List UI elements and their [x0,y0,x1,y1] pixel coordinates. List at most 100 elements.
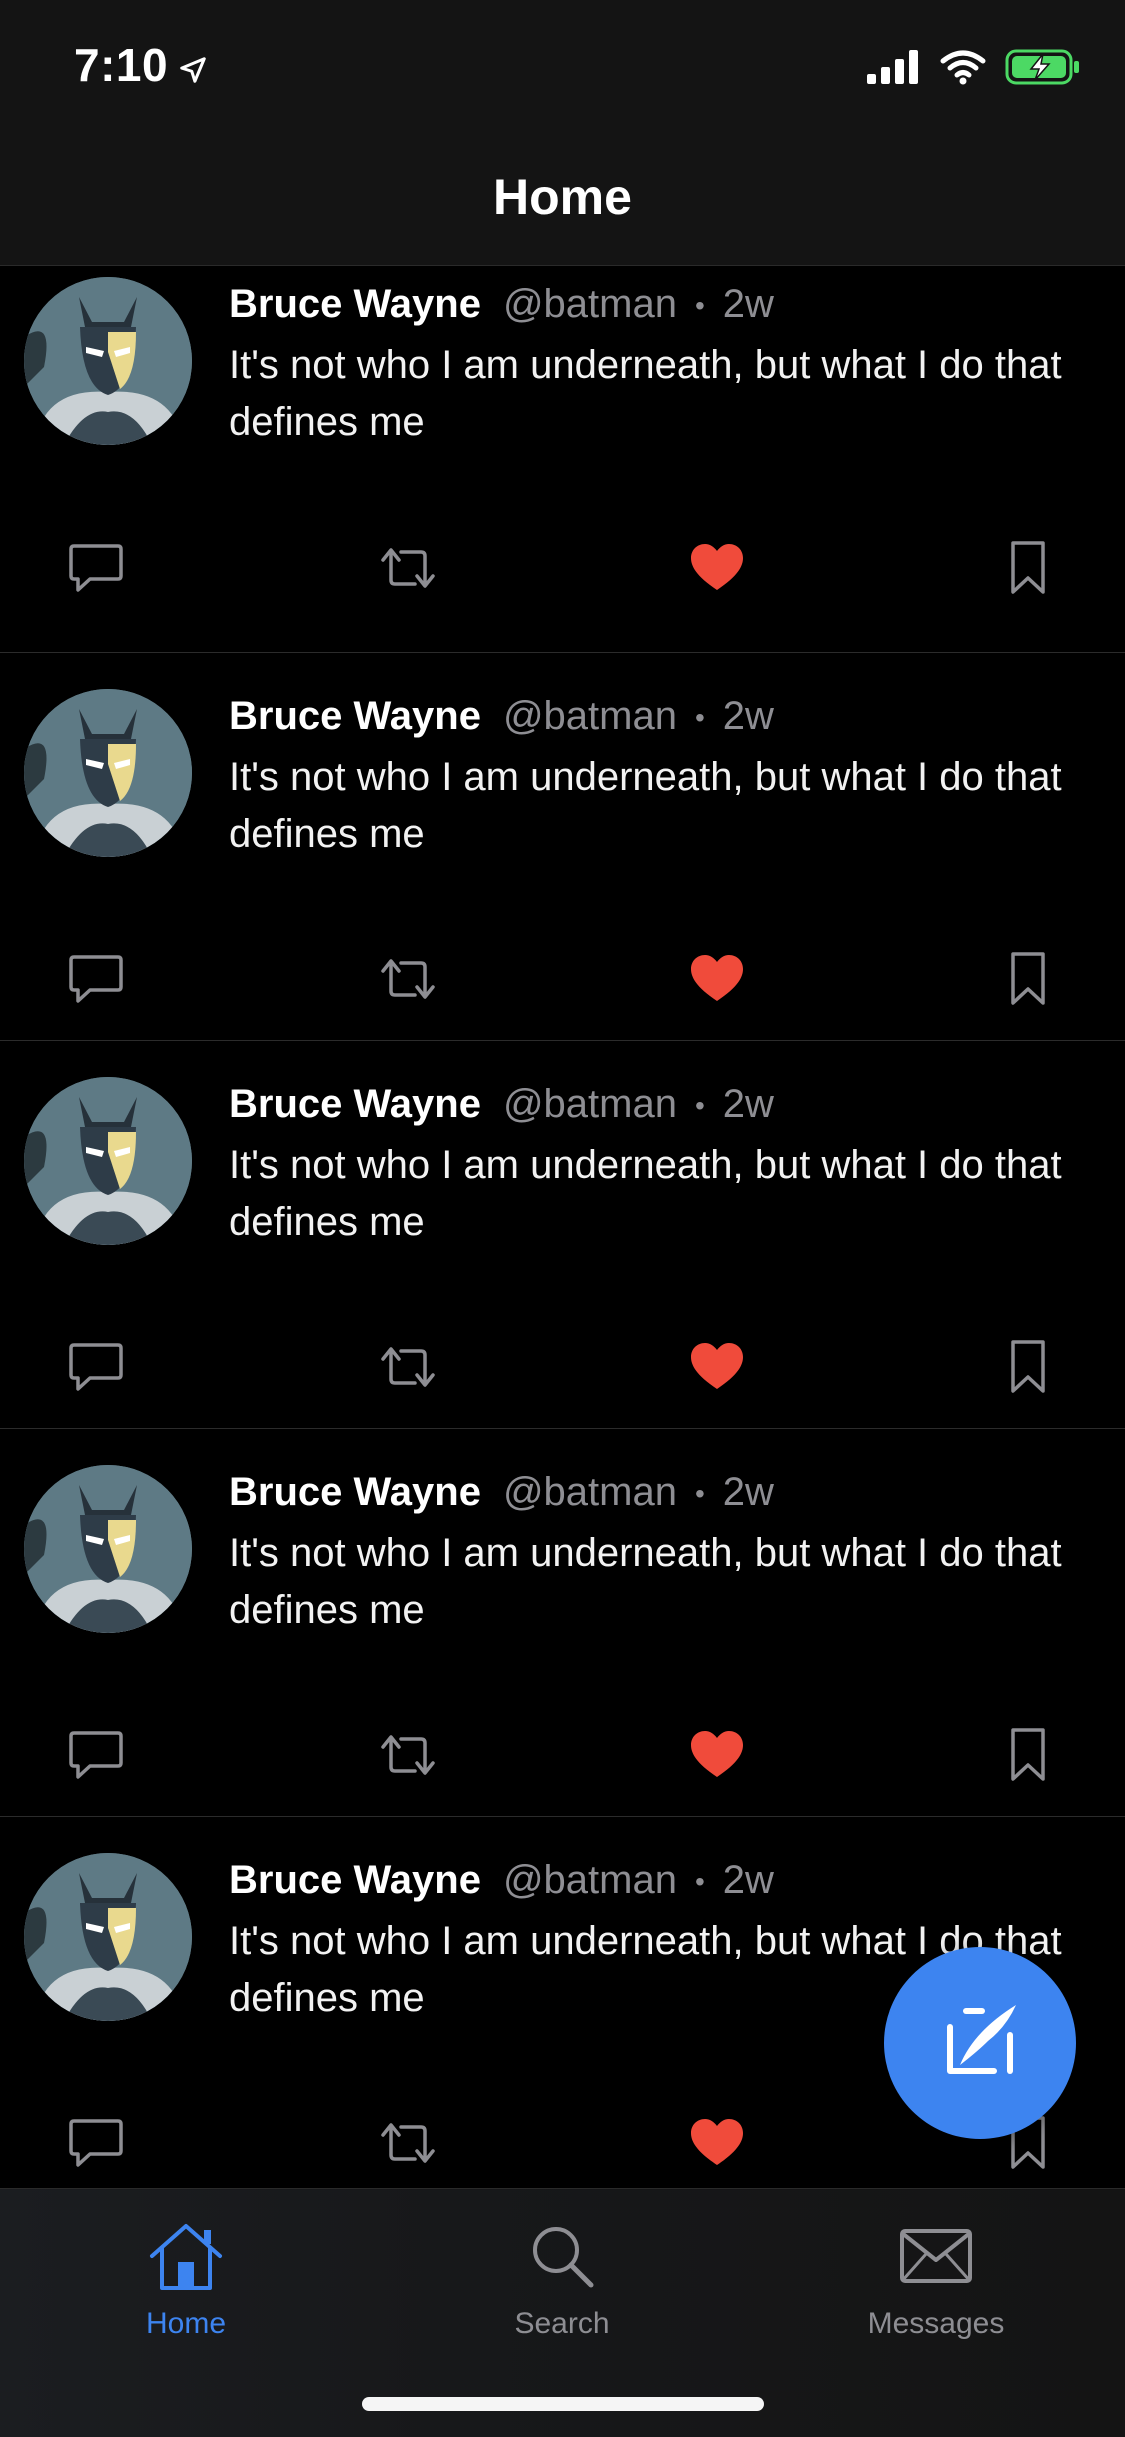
comment-icon [68,542,124,599]
author-handle[interactable]: @batman [503,1470,677,1514]
tweet-text: It's not who I am underneath, but what I… [229,1531,1062,1632]
status-time: 7:10 [74,38,208,96]
reply-button[interactable] [61,1334,131,1404]
home-icon [76,2211,296,2301]
reply-button[interactable] [61,2110,131,2180]
heart-icon [690,1342,744,1397]
author-name[interactable]: Bruce Wayne [229,1858,481,1902]
tweet-time: 2w [722,694,774,738]
wifi-icon [939,49,987,90]
author-handle[interactable]: @batman [503,1858,677,1902]
location-arrow-icon [178,42,208,96]
like-button[interactable] [682,535,752,605]
bookmark-button[interactable] [993,535,1063,605]
author-handle[interactable]: @batman [503,1082,677,1126]
author-handle[interactable]: @batman [503,694,677,738]
like-button[interactable] [682,1334,752,1404]
compose-icon [930,1991,1030,2096]
comment-icon [68,953,124,1010]
tab-search[interactable]: Search [452,2211,672,2341]
avatar[interactable] [24,1465,192,1633]
tweet-header: Bruce Wayne @batman • 2w [229,691,774,743]
avatar[interactable] [24,277,192,445]
retweet-icon [377,1727,439,1788]
heart-icon [690,2118,744,2173]
bookmark-button[interactable] [993,946,1063,1016]
reply-button[interactable] [61,535,131,605]
separator-dot: • [694,702,705,734]
page-title: Home [493,169,632,225]
timeline-feed[interactable]: Bruce Wayne @batman • 2w It's not who I am … [0,265,1125,2205]
reply-button[interactable] [61,1722,131,1792]
author-handle[interactable]: @batman [503,282,677,326]
retweet-button[interactable] [373,535,443,605]
retweet-button[interactable] [373,1722,443,1792]
tweet-header: Bruce Wayne @batman • 2w [229,279,774,331]
avatar[interactable] [24,689,192,857]
separator-dot: • [694,290,705,322]
tweet-actions [0,1722,1125,1792]
tweet-header: Bruce Wayne @batman • 2w [229,1855,774,1907]
mail-icon [826,2211,1046,2301]
bookmark-icon [1008,1339,1048,1400]
tweet[interactable]: Bruce Wayne @batman • 2w It's not who I am … [0,1041,1125,1429]
tweet-time: 2w [722,1858,774,1902]
like-button[interactable] [682,2110,752,2180]
retweet-icon [377,540,439,601]
search-icon [452,2211,672,2301]
separator-dot: • [694,1866,705,1898]
author-name[interactable]: Bruce Wayne [229,282,481,326]
retweet-icon [377,2115,439,2176]
status-time-text: 7:10 [74,39,169,91]
bookmark-icon [1008,951,1048,1012]
tab-messages[interactable]: Messages [826,2211,1046,2341]
retweet-icon [377,1339,439,1400]
tab-search-label: Search [514,2307,610,2340]
tab-home[interactable]: Home [76,2211,296,2341]
tweet-header: Bruce Wayne @batman • 2w [229,1079,774,1131]
tweet-time: 2w [722,282,774,326]
home-indicator [362,2397,764,2411]
separator-dot: • [694,1090,705,1122]
heart-icon [690,543,744,598]
retweet-icon [377,951,439,1012]
top-bar: 7:10 Home [0,0,1125,266]
cellular-signal-icon [867,50,921,89]
tweet-time: 2w [722,1470,774,1514]
tweet[interactable]: Bruce Wayne @batman • 2w It's not who I am … [0,1429,1125,1817]
tweet-actions [0,1334,1125,1404]
author-name[interactable]: Bruce Wayne [229,1082,481,1126]
status-indicators [867,48,1081,91]
heart-icon [690,1730,744,1785]
bookmark-icon [1008,1727,1048,1788]
comment-icon [68,2117,124,2174]
tweet-text: It's not who I am underneath, but what I… [229,343,1062,444]
bookmark-button[interactable] [993,1334,1063,1404]
author-name[interactable]: Bruce Wayne [229,1470,481,1514]
reply-button[interactable] [61,946,131,1016]
comment-icon [68,1341,124,1398]
avatar[interactable] [24,1077,192,1245]
like-button[interactable] [682,946,752,1016]
heart-icon [690,954,744,1009]
retweet-button[interactable] [373,946,443,1016]
tweet-text: It's not who I am underneath, but what I… [229,755,1062,856]
tweet-header: Bruce Wayne @batman • 2w [229,1467,774,1519]
bookmark-icon [1008,540,1048,601]
tweet[interactable]: Bruce Wayne @batman • 2w It's not who I am … [0,265,1125,653]
avatar[interactable] [24,1853,192,2021]
bookmark-button[interactable] [993,1722,1063,1792]
tab-home-label: Home [145,2307,227,2340]
compose-tweet-button[interactable] [884,1947,1076,2139]
like-button[interactable] [682,1722,752,1792]
battery-charging-icon [1005,48,1081,91]
tab-messages-label: Messages [867,2307,1005,2340]
tweet-text: It's not who I am underneath, but what I… [229,1143,1062,1244]
tweet-time: 2w [722,1082,774,1126]
comment-icon [68,1729,124,1786]
retweet-button[interactable] [373,1334,443,1404]
tweet[interactable]: Bruce Wayne @batman • 2w It's not who I am … [0,653,1125,1041]
author-name[interactable]: Bruce Wayne [229,694,481,738]
retweet-button[interactable] [373,2110,443,2180]
tweet-actions [0,946,1125,1016]
